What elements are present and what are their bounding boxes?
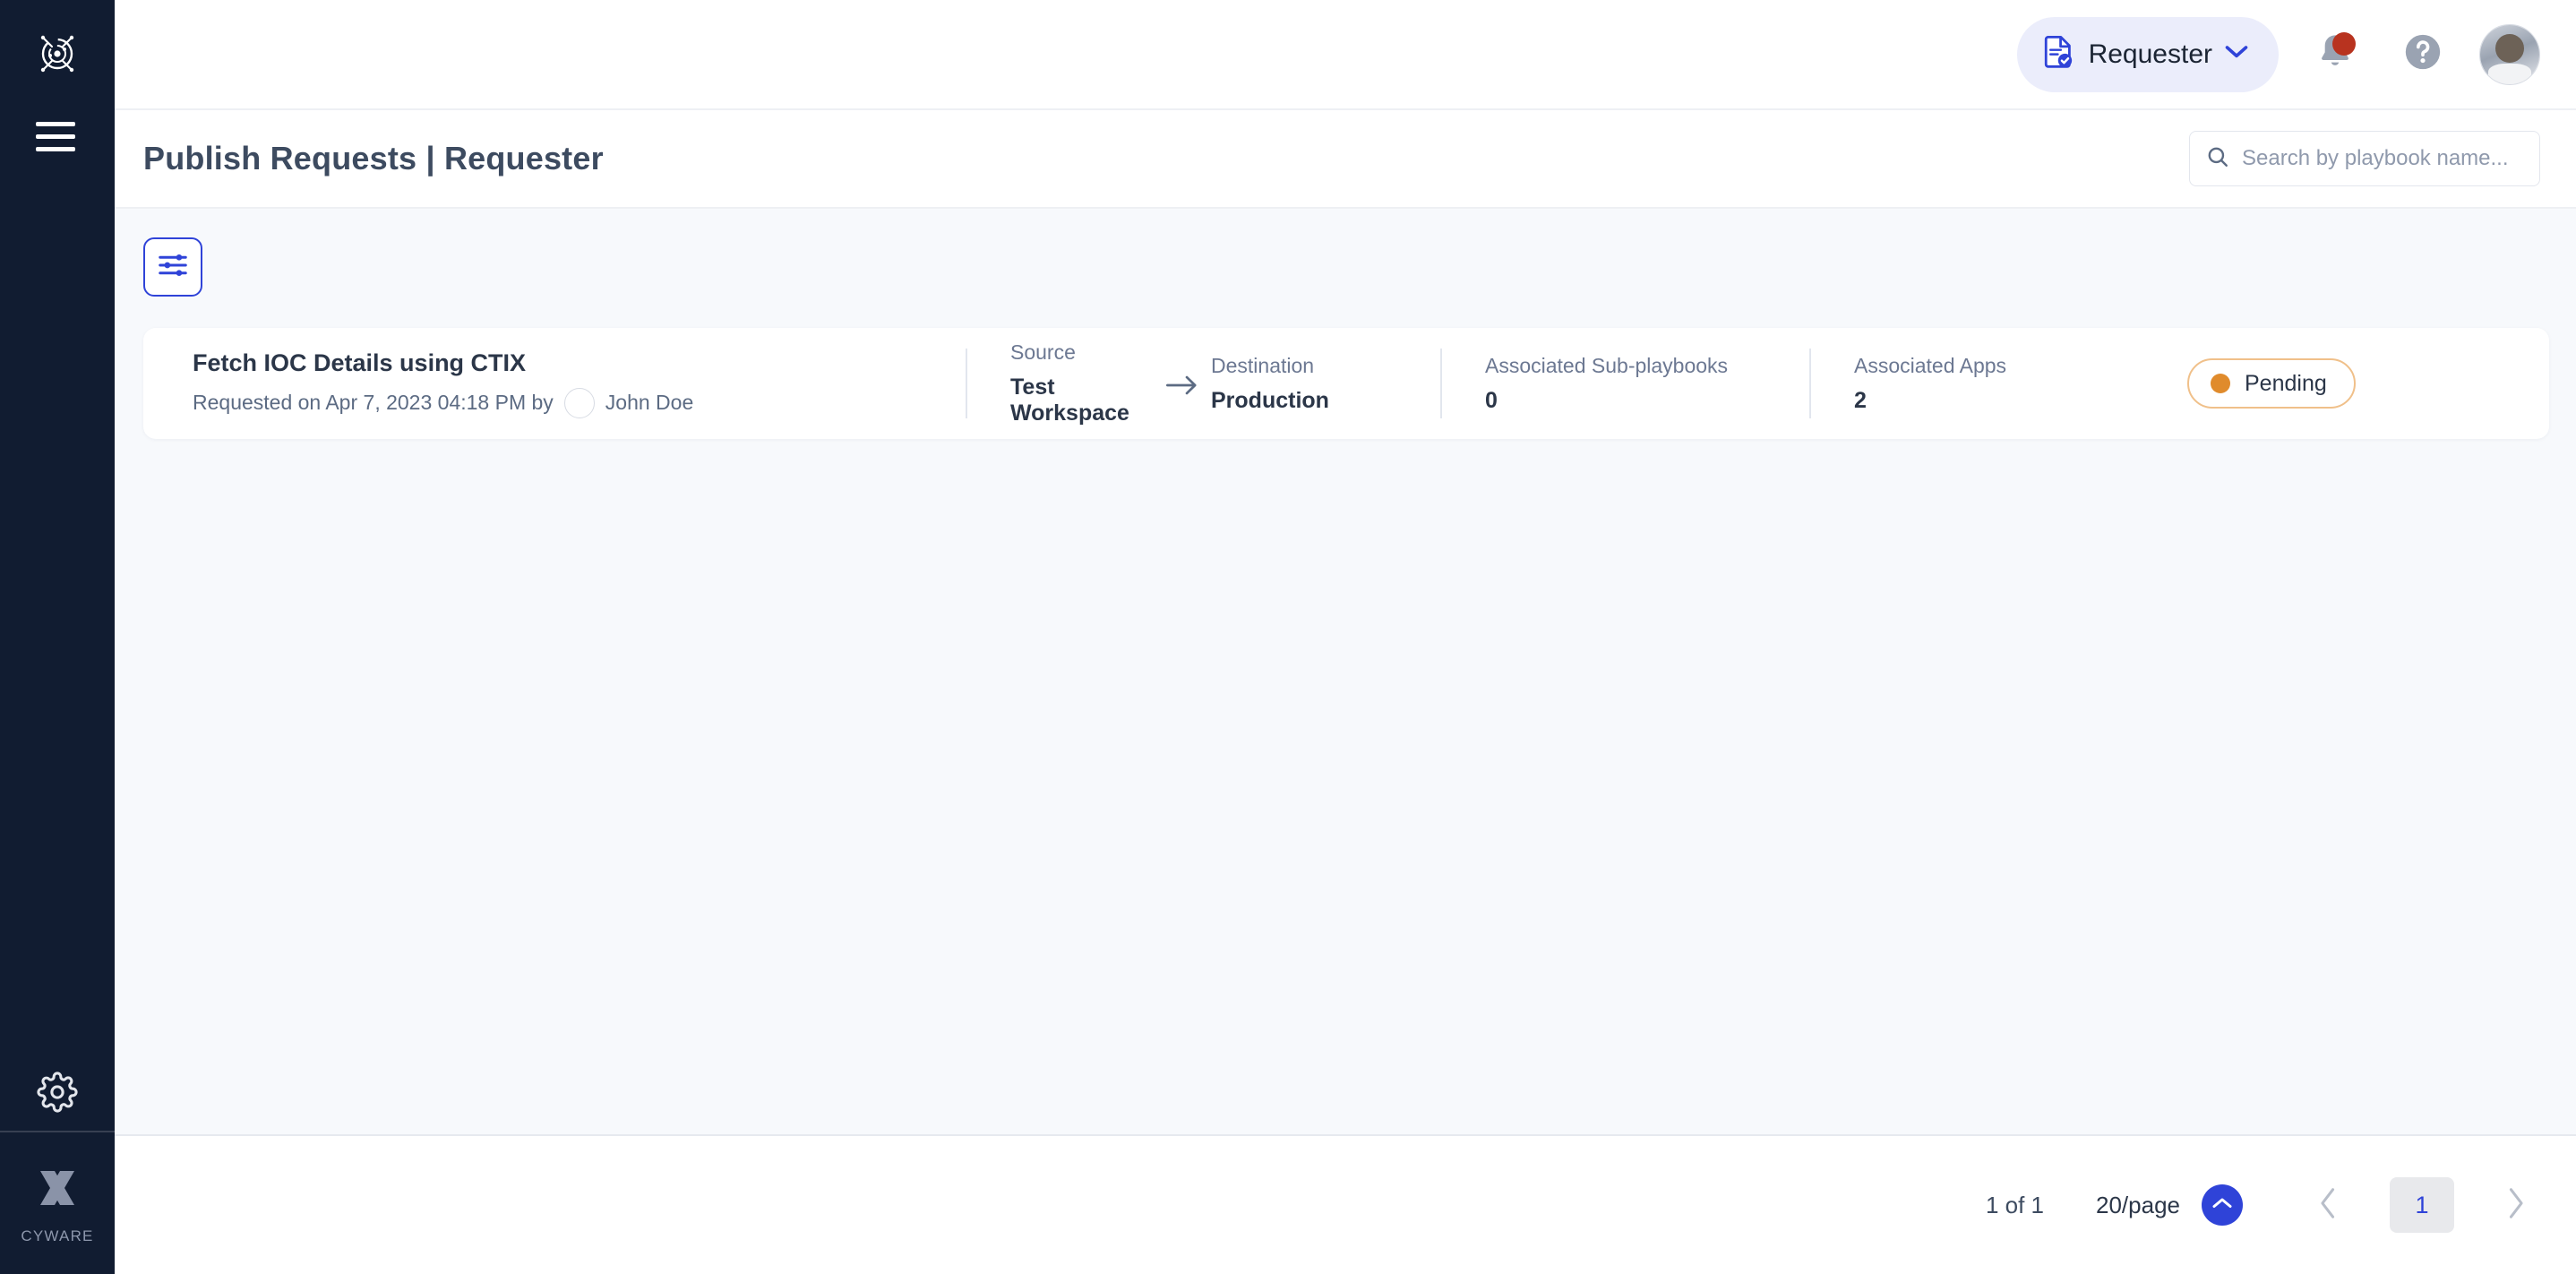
cyware-orb-logo-icon[interactable]	[30, 27, 84, 81]
sub-playbooks-column: Associated Sub-playbooks 0	[1442, 328, 1809, 439]
help-circle-icon	[2402, 31, 2443, 77]
chevron-right-icon	[2506, 1187, 2526, 1224]
role-selector-requester[interactable]: Requester	[2016, 16, 2279, 92]
page-number-1[interactable]: 1	[2390, 1177, 2454, 1233]
status-dot-icon	[2211, 374, 2230, 393]
sub-playbooks-label: Associated Sub-playbooks	[1485, 353, 1729, 377]
sub-playbooks-value: 0	[1485, 387, 1498, 413]
requester-avatar	[563, 387, 595, 418]
list-toolbar	[115, 209, 2576, 297]
status-cell: Pending	[2080, 358, 2549, 409]
sliders-filter-icon	[156, 248, 190, 287]
notifications-button[interactable]	[2304, 23, 2366, 86]
help-button[interactable]	[2391, 23, 2454, 86]
search-box[interactable]	[2189, 131, 2540, 186]
cyware-x-logo-icon	[31, 1162, 83, 1218]
page-title: Publish Requests | Requester	[143, 140, 604, 176]
next-page-button[interactable]	[2492, 1178, 2540, 1232]
search-input[interactable]	[2242, 146, 2523, 171]
destination-column: Destination Production	[1211, 328, 1440, 439]
chevron-up-icon	[2211, 1196, 2233, 1215]
sidebar: CYWARE	[0, 0, 115, 1274]
top-header-bar: Requester	[115, 0, 2576, 110]
apps-value: 2	[1854, 387, 1867, 413]
source-value: Test Workspace	[1010, 374, 1129, 426]
page-size-toggle-button[interactable]	[2202, 1184, 2243, 1226]
chevron-down-icon	[2225, 45, 2248, 64]
requested-on-text: Requested on Apr 7, 2023 04:18 PM by	[193, 391, 554, 414]
playbook-name: Fetch IOC Details using CTIX	[193, 349, 527, 376]
role-selector-label: Requester	[2088, 39, 2212, 69]
pagination-bar: 1 of 1 20/page 1	[115, 1134, 2576, 1274]
sidebar-brand-label: CYWARE	[21, 1227, 94, 1244]
status-badge: Pending	[2187, 358, 2356, 409]
document-check-icon	[2042, 34, 2076, 74]
chevron-left-icon	[2318, 1187, 2338, 1224]
apps-column: Associated Apps 2	[1811, 328, 2080, 439]
avatar-image	[2480, 24, 2539, 84]
request-meta: Requested on Apr 7, 2023 04:18 PM by Joh…	[193, 387, 966, 418]
apps-label: Associated Apps	[1854, 353, 2007, 377]
hamburger-bar	[36, 121, 75, 126]
user-avatar[interactable]	[2479, 23, 2540, 85]
hamburger-bar	[36, 133, 75, 139]
hamburger-bar	[36, 146, 75, 151]
destination-label: Destination	[1211, 353, 1315, 377]
sidebar-brand-footer: CYWARE	[0, 1131, 115, 1274]
gear-icon[interactable]	[0, 1072, 115, 1113]
status-label: Pending	[2245, 370, 2327, 396]
filter-button[interactable]	[143, 237, 202, 297]
content-area: Fetch IOC Details using CTIX Requested o…	[115, 209, 2576, 1134]
playbook-info: Fetch IOC Details using CTIX Requested o…	[143, 349, 966, 418]
pagination-total: 1 of 1	[1985, 1191, 2045, 1218]
arrow-right-icon	[1154, 370, 1211, 397]
destination-value: Production	[1211, 387, 1329, 413]
prev-page-button[interactable]	[2304, 1178, 2352, 1232]
requested-by-name: John Doe	[605, 391, 694, 414]
source-label: Source	[1010, 340, 1076, 364]
page-size-label[interactable]: 20/page	[2096, 1192, 2180, 1219]
main-area: Requester Publish Requests | Requester S…	[115, 0, 2576, 1274]
notification-badge-dot	[2332, 31, 2356, 56]
source-column: Source Test Workspace	[967, 328, 1154, 439]
hamburger-menu-icon[interactable]	[36, 118, 79, 154]
search-icon	[2206, 145, 2229, 173]
page-title-bar: Publish Requests | Requester	[115, 110, 2576, 209]
app-root: CYWARE Requester Publish Requests | Requ…	[0, 0, 2576, 1274]
table-row[interactable]: Fetch IOC Details using CTIX Requested o…	[143, 328, 2549, 439]
